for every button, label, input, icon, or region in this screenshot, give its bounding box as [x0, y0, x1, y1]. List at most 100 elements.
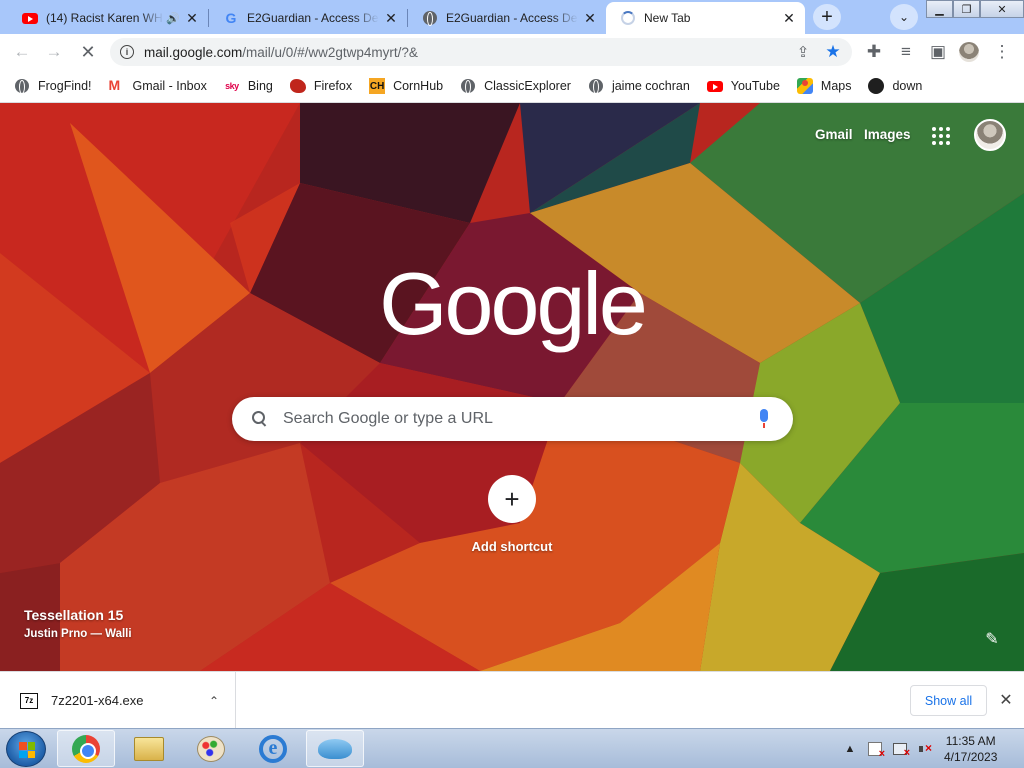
url-path: /mail/u/0/#/ww2gtwp4myrt/?&	[242, 44, 418, 60]
gmail-icon	[109, 77, 125, 94]
globe-icon	[422, 10, 438, 26]
sky-icon: sky	[225, 81, 239, 91]
network-icon[interactable]	[892, 741, 910, 759]
media-queue-icon: ≡	[901, 42, 911, 61]
browser-toolbar: ← → ✕ i mail.google.com/mail/u/0/#/ww2gt…	[0, 34, 1024, 70]
profile-button[interactable]	[957, 40, 981, 64]
system-clock[interactable]: 11:35 AM 4/17/2023	[944, 733, 997, 765]
taskbar-chrome[interactable]	[57, 730, 115, 767]
close-download-shelf-icon[interactable]: ✕	[996, 690, 1016, 710]
chrome-icon	[72, 734, 100, 763]
system-tray: ▲ 11:35 AM 4/17/2023	[842, 729, 998, 768]
taskbar-dolphin[interactable]	[306, 730, 364, 767]
youtube-icon	[706, 78, 723, 94]
taskbar-explorer[interactable]	[120, 730, 178, 767]
tab-title: E2Guardian - Access Denied	[446, 11, 578, 25]
download-file-name: 7z2201-x64.exe	[51, 693, 144, 708]
tessellation-background	[0, 103, 1024, 671]
volume-muted-icon[interactable]	[917, 741, 933, 757]
bookmark-youtube[interactable]: YouTube	[706, 78, 780, 94]
bookmark-down[interactable]: down	[868, 78, 922, 94]
media-controls-button[interactable]: ≡	[894, 40, 918, 64]
speaker-icon[interactable]: 🔊	[166, 12, 180, 25]
clock-date: 4/17/2023	[944, 750, 998, 764]
tab-title: New Tab	[644, 11, 691, 25]
add-shortcut-label: Add shortcut	[471, 539, 553, 554]
search-icon	[250, 409, 270, 429]
forward-button[interactable]: →	[42, 40, 66, 64]
google-apps-icon[interactable]	[932, 127, 950, 145]
site-info-icon[interactable]: i	[120, 45, 134, 59]
share-icon[interactable]: ⇪	[792, 41, 814, 63]
tab-e2guardian-2[interactable]: E2Guardian - Access Denied ✕	[408, 2, 606, 34]
restore-icon: ❐	[961, 3, 972, 16]
bookmark-frogfind[interactable]: FrogFind!	[14, 78, 92, 94]
taskbar-internet-explorer[interactable]: e	[244, 730, 302, 767]
new-tab-page: Gmail Images Google Search Google or typ…	[0, 103, 1024, 671]
tab-search-button[interactable]: ⌄	[890, 4, 918, 30]
images-link[interactable]: Images	[864, 127, 911, 142]
stop-loading-button[interactable]: ✕	[76, 40, 100, 64]
bookmark-label: Maps	[820, 79, 852, 93]
minimize-button[interactable]: ▁	[926, 0, 953, 18]
clock-time: 11:35 AM	[945, 734, 996, 748]
tab-strip: (14) Racist Karen WH 🔊 ✕ G E2Guardian - …	[0, 0, 1024, 34]
maps-icon	[796, 78, 813, 94]
youtube-icon	[22, 10, 38, 26]
bookmark-maps[interactable]: Maps	[796, 78, 852, 94]
background-attribution[interactable]: Tessellation 15 Justin Prno — Walli	[24, 607, 132, 640]
add-shortcut-button[interactable]: + Add shortcut	[470, 475, 554, 554]
bookmark-jaime-cochran[interactable]: jaime cochran	[588, 78, 690, 94]
address-bar[interactable]: i mail.google.com/mail/u/0/#/ww2gtwp4myr…	[110, 38, 852, 66]
menu-button[interactable]: ⋮	[990, 40, 1014, 64]
start-button[interactable]	[6, 731, 46, 767]
extensions-button[interactable]: ✚	[862, 40, 886, 64]
chevron-down-icon: ⌄	[898, 10, 910, 24]
close-tab-icon[interactable]: ✕	[781, 10, 797, 26]
tab-e2guardian-1[interactable]: G E2Guardian - Access Denied ✕	[209, 2, 407, 34]
microphone-icon[interactable]	[757, 409, 771, 429]
bookmark-classicexplorer[interactable]: ClassicExplorer	[460, 78, 571, 94]
gmail-link[interactable]: Gmail	[815, 127, 853, 142]
url-host: mail.google.com	[144, 44, 243, 60]
google-logo: Google	[379, 254, 648, 353]
window-controls: ▁ ❐ ✕	[926, 0, 1024, 18]
bookmark-gmail[interactable]: Gmail - Inbox	[109, 77, 207, 94]
side-panel-button[interactable]: ▣	[926, 40, 950, 64]
download-item[interactable]: 7z 7z2201-x64.exe ⌃	[14, 672, 236, 729]
chevron-up-icon[interactable]: ⌃	[209, 694, 219, 708]
show-hidden-icons-icon[interactable]: ▲	[842, 741, 858, 757]
tab-youtube[interactable]: (14) Racist Karen WH 🔊 ✕	[8, 2, 208, 34]
tab-new-tab[interactable]: New Tab ✕	[606, 2, 805, 34]
bookmark-cornhub[interactable]: CH CornHub	[369, 78, 443, 94]
background-credit: Justin Prno — Walli	[24, 628, 132, 640]
internet-explorer-icon: e	[259, 734, 287, 763]
ch-icon: CH	[369, 78, 386, 94]
show-all-button[interactable]: Show all	[910, 685, 987, 716]
windows-taskbar: e ▲ 11:35 AM 4/17/2023	[0, 728, 1024, 768]
close-tab-icon[interactable]: ✕	[184, 10, 200, 26]
close-window-button[interactable]: ✕	[980, 0, 1024, 18]
account-avatar[interactable]	[974, 119, 1006, 151]
close-tab-icon[interactable]: ✕	[383, 10, 399, 26]
back-button[interactable]: ←	[10, 40, 34, 64]
more-vert-icon: ⋮	[993, 42, 1011, 61]
url-text[interactable]: mail.google.com/mail/u/0/#/ww2gtwp4myrt/…	[144, 45, 792, 60]
search-box[interactable]: Search Google or type a URL	[232, 397, 793, 441]
arrow-right-icon: →	[45, 42, 63, 61]
new-tab-button[interactable]: +	[813, 4, 841, 30]
close-tab-icon[interactable]: ✕	[582, 10, 598, 26]
profile-avatar-icon	[959, 42, 979, 62]
taskbar-paint[interactable]	[182, 730, 240, 767]
restore-button[interactable]: ❐	[953, 0, 980, 18]
bookmark-bing[interactable]: sky Bing	[224, 78, 273, 94]
bookmark-star-icon[interactable]: ★	[822, 41, 844, 63]
github-icon	[868, 78, 885, 94]
action-center-flag-icon[interactable]	[867, 741, 885, 760]
customize-button[interactable]: ✎	[982, 629, 1002, 649]
bookmark-firefox[interactable]: Firefox	[289, 78, 352, 94]
firefox-icon	[289, 78, 306, 94]
close-icon: ✕	[80, 41, 96, 62]
search-input[interactable]: Search Google or type a URL	[283, 410, 757, 428]
globe-icon	[14, 78, 30, 94]
